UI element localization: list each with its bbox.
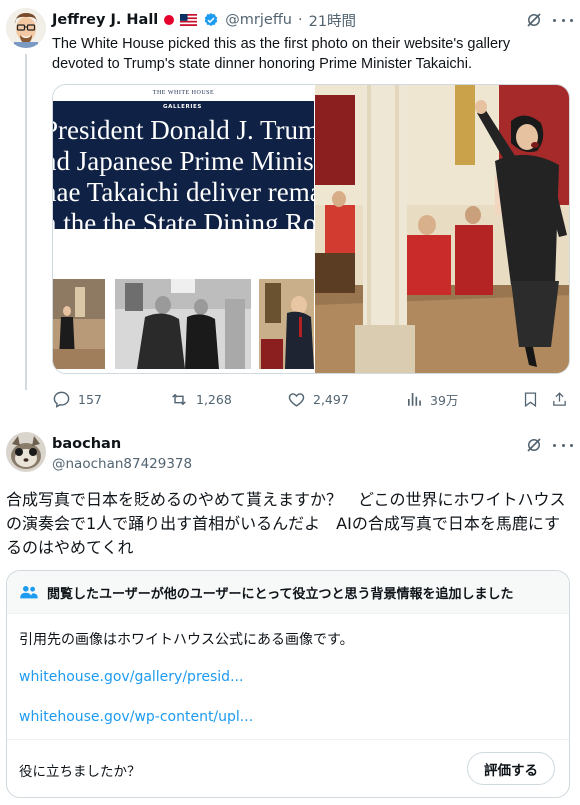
heart-icon — [288, 392, 305, 407]
gallery-section-label: GALLERIES — [163, 104, 202, 110]
gallery-thumbnail — [53, 279, 105, 369]
views-icon — [408, 393, 421, 406]
more-options-icon[interactable] — [553, 436, 573, 454]
post-header: Jeffrey J. Hall @mrjeffu · 21時間 — [52, 10, 356, 30]
repost-count: 1,268 — [196, 391, 232, 407]
community-note-header: 閲覧したユーザーが他のユーザーにとって役立つと思う背景情報を追加しました — [7, 571, 569, 614]
like-count: 2,497 — [313, 391, 349, 407]
views-button[interactable]: 39万 — [405, 388, 458, 410]
author-name[interactable]: baochan — [52, 436, 121, 452]
users-icon — [20, 586, 38, 599]
post-text: The White House picked this as the first… — [52, 36, 511, 72]
reply-button[interactable]: 157 — [52, 388, 102, 410]
more-options-icon[interactable] — [553, 11, 573, 29]
post-header: baochan — [52, 436, 121, 452]
gallery-screenshot[interactable]: THE WHITE HOUSE GALLERIES President Dona… — [53, 85, 314, 373]
reply-count: 157 — [78, 391, 102, 407]
repost-button[interactable]: 1,268 — [169, 388, 232, 410]
verified-badge-icon — [203, 12, 219, 28]
share-button[interactable] — [551, 388, 568, 410]
separator-dot: · — [298, 12, 303, 28]
share-icon — [553, 391, 566, 406]
bookmark-button[interactable] — [522, 388, 539, 410]
grok-icon[interactable] — [525, 436, 543, 454]
author-avatar[interactable] — [6, 8, 46, 48]
japan-flag-icon — [164, 15, 175, 25]
community-note: 閲覧したユーザーが他のユーザーにとって役立つと思う背景情報を追加しました 引用先… — [6, 570, 570, 798]
like-button[interactable]: 2,497 — [287, 388, 349, 410]
divider — [7, 739, 569, 740]
gallery-headline: President Donald J. Trump nd Japanese Pr… — [53, 115, 314, 229]
note-link[interactable]: whitehouse.gov/wp-content/upl... — [19, 709, 253, 725]
headline-line: nd Japanese Prime Ministe — [53, 146, 314, 176]
grok-icon[interactable] — [525, 11, 543, 29]
headline-line: n the the State Dining Roo — [53, 208, 314, 229]
post-media[interactable]: THE WHITE HOUSE GALLERIES President Dona… — [52, 84, 570, 374]
repost-icon — [172, 393, 186, 405]
site-header: THE WHITE HOUSE — [152, 90, 215, 96]
reply-icon — [53, 391, 70, 408]
community-note-body: 引用先の画像はホワイトハウス公式にある画像です。 — [19, 632, 354, 648]
post-time[interactable]: 21時間 — [309, 10, 356, 31]
us-flag-icon — [180, 14, 198, 26]
gallery-thumbnail — [259, 279, 314, 369]
gallery-banner: GALLERIES President Donald J. Trump nd J… — [53, 101, 314, 229]
view-count: 39万 — [430, 392, 459, 408]
helpful-question: 役に立ちましたか？ — [19, 764, 141, 780]
community-note-title: 閲覧したユーザーが他のユーザーにとって役立つと思う背景情報を追加しました — [47, 586, 514, 602]
rate-button[interactable]: 評価する — [467, 752, 555, 785]
gallery-thumbnail — [115, 279, 251, 369]
author-handle[interactable]: @naochan87429378 — [52, 456, 192, 472]
author-name[interactable]: Jeffrey J. Hall — [52, 12, 158, 28]
post-text: 合成写真で日本を貶めるのやめて貰えますか？ どこの世界にホワイトハウスの演奏会で… — [6, 490, 566, 557]
bookmark-icon — [524, 391, 537, 407]
thread-connector — [25, 54, 27, 390]
author-avatar[interactable] — [6, 432, 46, 472]
headline-line: President Donald J. Trump — [53, 115, 314, 145]
headline-line: nae Takaichi deliver remar — [53, 177, 314, 207]
state-dinner-photo[interactable] — [315, 85, 569, 373]
author-handle[interactable]: @mrjeffu — [225, 12, 292, 28]
note-link[interactable]: whitehouse.gov/gallery/presid... — [19, 669, 243, 685]
